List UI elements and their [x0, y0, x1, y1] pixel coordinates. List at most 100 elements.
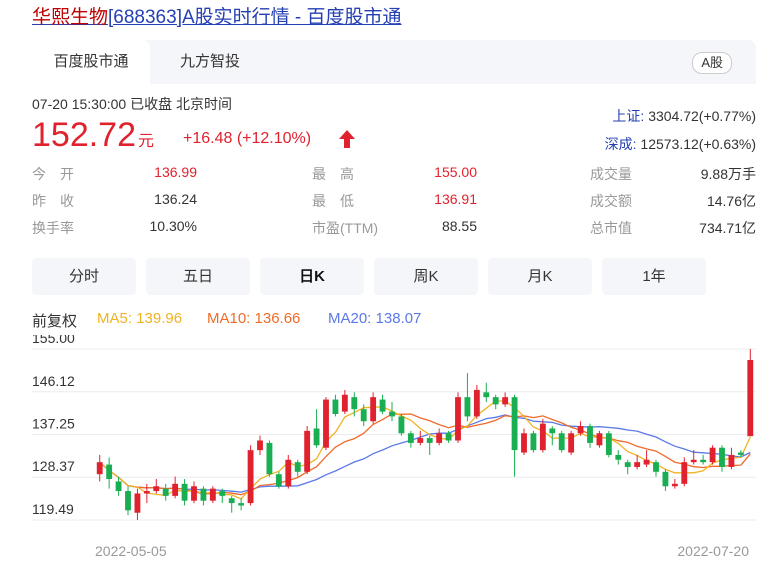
candle	[228, 495, 235, 513]
candle	[370, 392, 377, 424]
candle	[398, 414, 405, 436]
candle-body	[125, 491, 131, 511]
index-shanghai-value: 3304.72(+0.77%)	[648, 108, 756, 124]
candle	[379, 394, 386, 415]
candle	[172, 476, 179, 499]
ma20-legend: MA20: 138.07	[328, 310, 422, 327]
index-shenzhen-value: 12573.12(+0.63%)	[640, 136, 756, 152]
candle-body	[247, 450, 254, 504]
candle-body	[747, 359, 754, 437]
candle-body	[172, 483, 179, 496]
candle	[162, 483, 169, 501]
period-tab-intraday[interactable]: 分时	[32, 258, 136, 295]
stat-label: 市盈(TTM)	[312, 220, 379, 236]
ma5-legend: MA5: 139.96	[97, 310, 183, 327]
candle-body	[398, 416, 405, 434]
candle	[473, 385, 480, 419]
stock-name[interactable]: 华熙生物	[32, 7, 108, 28]
candle-body	[502, 397, 509, 405]
candle	[275, 471, 282, 489]
candle-body	[549, 428, 556, 434]
candle-body	[228, 498, 235, 504]
title-suffix[interactable]: [688363]A股实时行情 - 百度股市通	[108, 7, 402, 28]
period-tab-weekly-k[interactable]: 周K	[374, 258, 478, 295]
candle-body	[605, 433, 612, 455]
candle	[389, 401, 395, 422]
candle-body	[511, 397, 518, 451]
candle	[238, 498, 245, 511]
candle	[436, 428, 443, 446]
candle	[106, 457, 113, 489]
candle-body	[351, 397, 358, 410]
candle	[209, 486, 216, 504]
candle	[407, 430, 414, 448]
candle	[200, 486, 207, 506]
index-shanghai-name[interactable]: 上证:	[612, 108, 644, 124]
candle-body	[294, 462, 301, 472]
page-title[interactable]: 华熙生物[688363]A股实时行情 - 百度股市通	[32, 2, 402, 29]
price-unit: 元	[138, 133, 155, 150]
candle-body	[483, 392, 490, 398]
candle-body	[191, 486, 197, 501]
period-tab-monthly-k[interactable]: 月K	[488, 258, 592, 295]
candlestick-chart[interactable]: 155.00 146.12 137.25 128.37 119.49 2022-05-05…	[0, 335, 778, 568]
quote-time-status: 07-20 15:30:00 已收盘 北京时间	[32, 96, 232, 112]
tab-jiufang-zhitou[interactable]: 九方智投	[160, 40, 260, 84]
arrow-up-icon	[339, 130, 355, 148]
candle	[700, 454, 707, 465]
candle-body	[455, 397, 461, 441]
candle	[323, 397, 329, 451]
candle-body	[200, 488, 207, 501]
index-shanghai[interactable]: 上证: 3304.72(+0.77%)	[612, 106, 756, 126]
candle	[266, 440, 273, 477]
candle-body	[473, 389, 480, 417]
candle-body	[275, 474, 282, 487]
candle-body	[143, 491, 150, 494]
adjust-mode-label[interactable]: 前复权	[32, 310, 77, 331]
candle	[719, 445, 725, 472]
candle	[351, 392, 358, 417]
candle	[747, 349, 754, 437]
market-badge[interactable]: A股	[692, 52, 732, 74]
candle	[549, 426, 556, 446]
candle	[502, 392, 509, 407]
candle-body	[615, 454, 622, 460]
period-tab-five-day[interactable]: 五日	[146, 258, 250, 295]
candle-body	[304, 430, 311, 472]
candle-body	[379, 399, 386, 412]
index-shenzhen[interactable]: 深成: 12573.12(+0.63%)	[605, 134, 756, 154]
candle-body	[209, 488, 216, 501]
candle	[511, 394, 518, 477]
candle	[134, 488, 141, 520]
candle-body	[96, 462, 103, 475]
candle	[728, 447, 735, 470]
price-value: 152.72	[32, 116, 136, 154]
candle	[605, 430, 612, 458]
candle-body	[115, 481, 122, 492]
stat-value: 734.71亿	[699, 220, 756, 236]
index-shenzhen-name[interactable]: 深成:	[605, 136, 637, 152]
stat-value: 136.99	[154, 164, 197, 180]
candle	[483, 382, 490, 402]
candle-body	[653, 462, 659, 472]
stat-label: 成交量	[590, 166, 632, 182]
candle-body	[341, 394, 348, 412]
period-tab-daily-k[interactable]: 日K	[260, 258, 364, 295]
candle	[464, 373, 471, 422]
candle-body	[389, 411, 395, 417]
source-tabbar: 百度股市通 九方智投 A股	[32, 40, 756, 84]
candle	[257, 435, 263, 455]
candle	[530, 430, 537, 453]
candle	[125, 486, 131, 516]
candle	[653, 459, 659, 477]
candle-body	[719, 447, 725, 467]
current-price: 152.72 元	[32, 116, 154, 155]
candle	[426, 435, 433, 455]
tab-baidu-gushitong[interactable]: 百度股市通	[32, 40, 150, 84]
candle-body	[332, 399, 339, 415]
candle-body	[530, 433, 537, 451]
candle-body	[539, 423, 546, 451]
candle-body	[464, 397, 471, 417]
period-tab-one-year[interactable]: 1年	[602, 258, 706, 295]
candle	[671, 479, 678, 489]
